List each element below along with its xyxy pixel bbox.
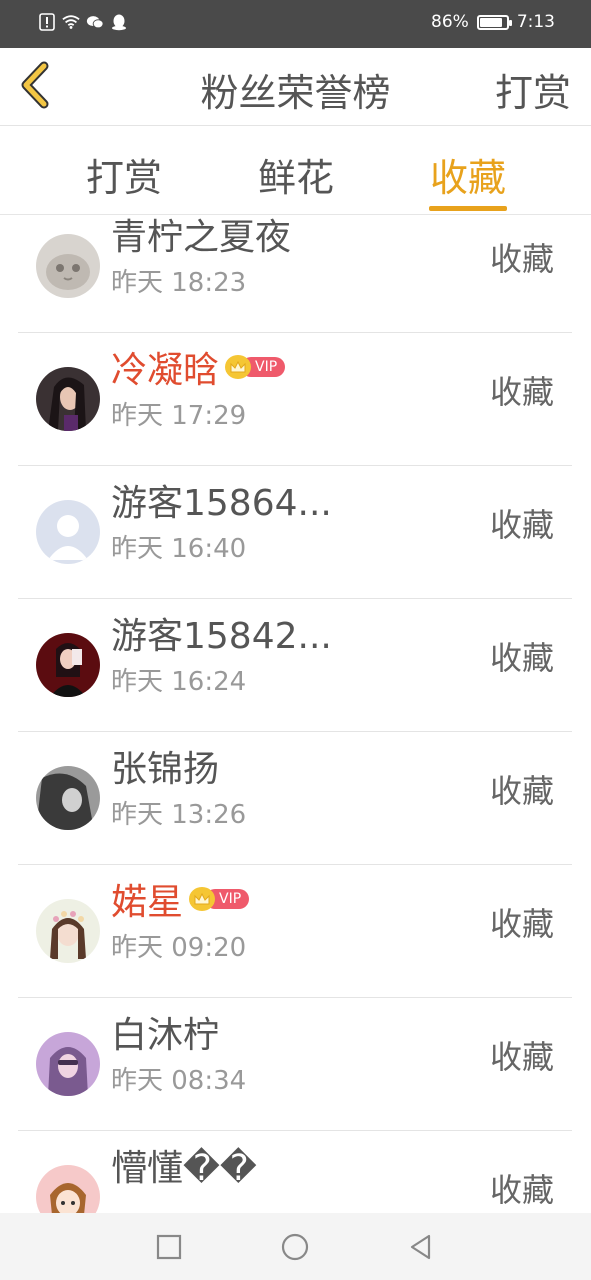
- user-name[interactable]: 白沐柠: [111, 1006, 219, 1058]
- recent-apps-button[interactable]: [153, 1231, 185, 1263]
- user-name[interactable]: 青柠之夏夜: [111, 216, 291, 260]
- cat-avatar[interactable]: [36, 234, 100, 298]
- user-name[interactable]: 张锦扬: [111, 740, 219, 792]
- tab-reward[interactable]: 打赏: [86, 147, 162, 202]
- alert-icon: [38, 13, 56, 31]
- girl-flower-crown-avatar[interactable]: [36, 899, 100, 963]
- timestamp: 昨天 13:26: [111, 800, 247, 830]
- status-bar: 86% 7:13: [0, 0, 591, 48]
- girl-purple-tone-avatar[interactable]: [36, 1032, 100, 1096]
- timestamp: 昨天 17:29: [111, 401, 247, 431]
- action-label: 收藏: [489, 373, 554, 411]
- action-label: 收藏: [489, 905, 554, 943]
- clock: 7:13: [516, 12, 555, 32]
- qq-icon: [110, 13, 128, 31]
- timestamp: 昨天 08:34: [111, 1066, 247, 1096]
- list-item[interactable]: 冷凝晗 VIP 昨天 17:29 收藏: [18, 333, 572, 466]
- user-name[interactable]: 懵懂��: [111, 1139, 257, 1191]
- fan-list: 青柠之夏夜 昨天 18:23 收藏 冷凝晗 VIP 昨天 17:29 收藏 游客15864..…: [0, 216, 591, 1213]
- action-label: 收藏: [489, 1038, 554, 1076]
- tab-flowers[interactable]: 鲜花: [258, 147, 334, 202]
- list-item[interactable]: 婼星 VIP 昨天 09:20 收藏: [18, 865, 572, 998]
- name-line: 白沐柠: [111, 1006, 219, 1058]
- crown-icon: [225, 355, 252, 379]
- cartoon-girl-avatar[interactable]: [36, 1165, 100, 1213]
- name-line: 游客15864...: [111, 474, 332, 526]
- name-line: 青柠之夏夜: [111, 216, 291, 260]
- list-item[interactable]: 白沐柠昨天 08:34 收藏: [18, 998, 572, 1131]
- battery-percent: 86%: [431, 12, 469, 32]
- girl-dark-hair-avatar[interactable]: [36, 367, 100, 431]
- user-name[interactable]: 冷凝晗: [111, 341, 219, 393]
- reward-button[interactable]: 打赏: [495, 62, 571, 117]
- status-icons: [38, 13, 128, 31]
- battery-icon: [476, 14, 512, 30]
- user-name[interactable]: 婼星: [111, 873, 183, 925]
- action-label: 收藏: [489, 240, 554, 278]
- system-nav-bar: [0, 1213, 591, 1280]
- user-name[interactable]: 游客15864...: [111, 474, 332, 526]
- list-item[interactable]: 游客15842... 昨天 16:24 收藏: [18, 599, 572, 732]
- grayscale-portrait-avatar[interactable]: [36, 766, 100, 830]
- name-line: 冷凝晗 VIP: [111, 341, 286, 393]
- recent-apps-icon: [156, 1234, 182, 1260]
- status-right: 86% 7:13: [431, 12, 555, 32]
- list-item[interactable]: 张锦扬昨天 13:26 收藏: [18, 732, 572, 865]
- name-line: 张锦扬: [111, 740, 219, 792]
- timestamp: 昨天 09:20: [111, 933, 247, 963]
- action-label: 收藏: [489, 639, 554, 677]
- list-item[interactable]: 游客15864... 昨天 16:40 收藏: [18, 466, 572, 599]
- name-line: 婼星 VIP: [111, 873, 250, 925]
- name-line: 游客15842...: [111, 607, 332, 659]
- action-label: 收藏: [489, 772, 554, 810]
- wifi-icon: [62, 13, 80, 31]
- user-name[interactable]: 游客15842...: [111, 607, 332, 659]
- battery-level: [479, 17, 502, 27]
- tab-bar: 打赏 鲜花 收藏: [0, 127, 591, 215]
- home-button[interactable]: [279, 1231, 311, 1263]
- name-line: 懵懂��: [111, 1139, 257, 1191]
- action-label: 收藏: [489, 506, 554, 544]
- tab-favorites[interactable]: 收藏: [430, 147, 506, 202]
- timestamp: 昨天 16:40: [111, 534, 247, 564]
- home-icon: [281, 1233, 309, 1261]
- default-user-avatar[interactable]: [36, 500, 100, 564]
- action-label: 收藏: [489, 1171, 554, 1209]
- wechat-icon: [86, 13, 104, 31]
- title-bar: 粉丝荣誉榜 打赏: [0, 48, 591, 126]
- list-item[interactable]: 懵懂�� 收藏: [18, 1131, 572, 1213]
- back-icon: [410, 1234, 431, 1260]
- timestamp: 昨天 16:24: [111, 667, 247, 697]
- nav-back-button[interactable]: [405, 1231, 437, 1263]
- timestamp: 昨天 18:23: [111, 268, 247, 298]
- girl-red-background-avatar[interactable]: [36, 633, 100, 697]
- active-tab-indicator: [429, 206, 507, 211]
- list-item[interactable]: 青柠之夏夜昨天 18:23 收藏: [18, 216, 572, 333]
- vip-badge: VIP: [189, 887, 250, 911]
- vip-badge: VIP: [225, 355, 286, 379]
- crown-icon: [189, 887, 216, 911]
